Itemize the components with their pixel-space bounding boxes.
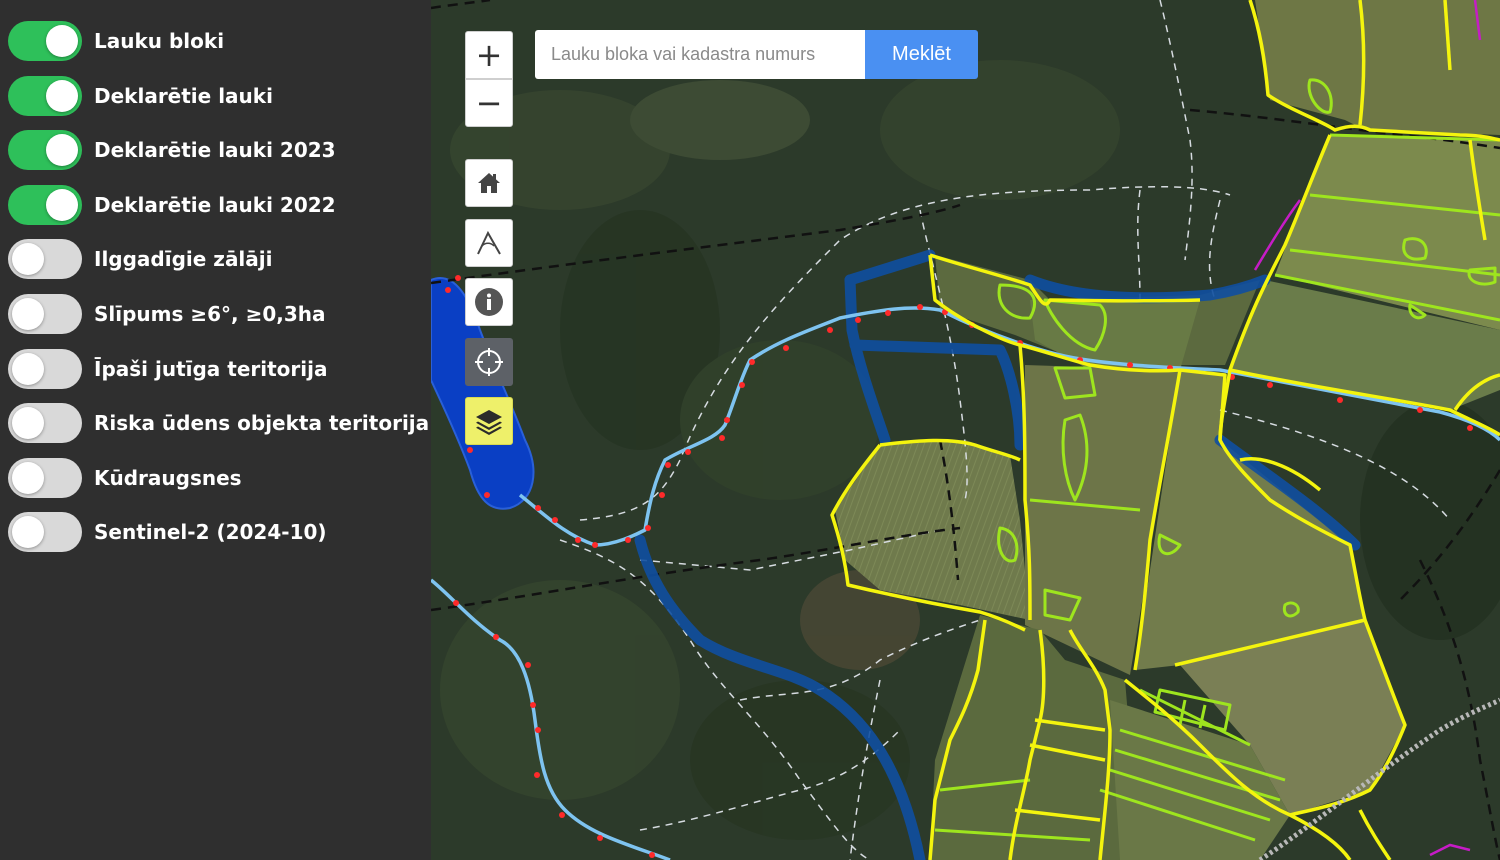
toggle-knob	[12, 243, 44, 275]
info-icon	[475, 288, 503, 316]
home-button[interactable]	[465, 159, 513, 207]
layer-row-lauku-bloki[interactable]: Lauku bloki	[8, 20, 224, 62]
search-input[interactable]	[535, 30, 865, 79]
toggle-knob	[12, 407, 44, 439]
layer-label: Sentinel-2 (2024-10)	[94, 520, 327, 544]
layer-label: Ilggadīgie zālāji	[94, 247, 273, 271]
layer-toggle-riska-udens[interactable]	[8, 403, 82, 443]
map-view[interactable]	[431, 0, 1500, 860]
measure-button[interactable]	[465, 219, 513, 267]
layers-button[interactable]	[465, 397, 513, 445]
layer-row-kudraugsnes[interactable]: Kūdraugsnes	[8, 457, 242, 499]
layer-toggle-deklaretie-lauki[interactable]	[8, 76, 82, 116]
measure-icon	[477, 230, 501, 255]
map-canvas[interactable]	[431, 0, 1500, 860]
plus-icon: +	[475, 36, 503, 74]
layer-label: Deklarētie lauki 2022	[94, 193, 336, 217]
toggle-knob	[46, 189, 78, 221]
zoom-out-button[interactable]: −	[465, 79, 513, 127]
search-bar: Meklēt	[535, 30, 978, 79]
layer-label: Kūdraugsnes	[94, 466, 242, 490]
layer-toggle-sentinel-2[interactable]	[8, 512, 82, 552]
layers-icon	[476, 410, 502, 435]
info-button[interactable]	[465, 278, 513, 326]
home-icon	[478, 173, 500, 193]
toggle-knob	[12, 462, 44, 494]
layer-row-ipasi-jutiga-teritorija[interactable]: Īpaši jutīga teritorija	[8, 348, 327, 390]
toggle-knob	[46, 134, 78, 166]
crosshair-icon	[475, 348, 503, 376]
layer-row-ilggadigie-zalaji[interactable]: Ilggadīgie zālāji	[8, 238, 273, 280]
layer-toggle-deklaretie-lauki-2023[interactable]	[8, 130, 82, 170]
layer-toggle-ilggadigie-zalaji[interactable]	[8, 239, 82, 279]
layer-label: Deklarētie lauki	[94, 84, 273, 108]
toggle-knob	[46, 80, 78, 112]
layer-toggle-lauku-bloki[interactable]	[8, 21, 82, 61]
layer-row-sentinel-2[interactable]: Sentinel-2 (2024-10)	[8, 511, 327, 553]
layer-row-deklaretie-lauki-2022[interactable]: Deklarētie lauki 2022	[8, 184, 336, 226]
layer-row-deklaretie-lauki-2023[interactable]: Deklarētie lauki 2023	[8, 129, 336, 171]
locate-button[interactable]	[465, 338, 513, 386]
minus-icon: −	[475, 84, 503, 122]
layer-label: Īpaši jutīga teritorija	[94, 357, 328, 381]
toggle-knob	[12, 353, 44, 385]
toggle-knob	[12, 516, 44, 548]
layer-label: Deklarētie lauki 2023	[94, 138, 336, 162]
layer-label: Lauku bloki	[94, 29, 225, 53]
search-button[interactable]: Meklēt	[865, 30, 978, 79]
layer-row-slipums[interactable]: Slīpums ≥6°, ≥0,3ha	[8, 293, 326, 335]
layer-row-deklaretie-lauki[interactable]: Deklarētie lauki	[8, 75, 273, 117]
toggle-knob	[12, 298, 44, 330]
layer-toggle-deklaretie-lauki-2022[interactable]	[8, 185, 82, 225]
layer-label: Riska ūdens objekta teritorija	[94, 411, 430, 435]
layer-toggle-slipums[interactable]	[8, 294, 82, 334]
layer-row-riska-udens[interactable]: Riska ūdens objekta teritorija	[8, 402, 429, 444]
layer-label: Slīpums ≥6°, ≥0,3ha	[94, 302, 326, 326]
layer-toggle-ipasi-jutiga-teritorija[interactable]	[8, 349, 82, 389]
toggle-knob	[46, 25, 78, 57]
zoom-in-button[interactable]: +	[465, 31, 513, 79]
layer-panel: Lauku bloki Deklarētie lauki Deklarētie …	[0, 0, 431, 860]
layer-toggle-kudraugsnes[interactable]	[8, 458, 82, 498]
